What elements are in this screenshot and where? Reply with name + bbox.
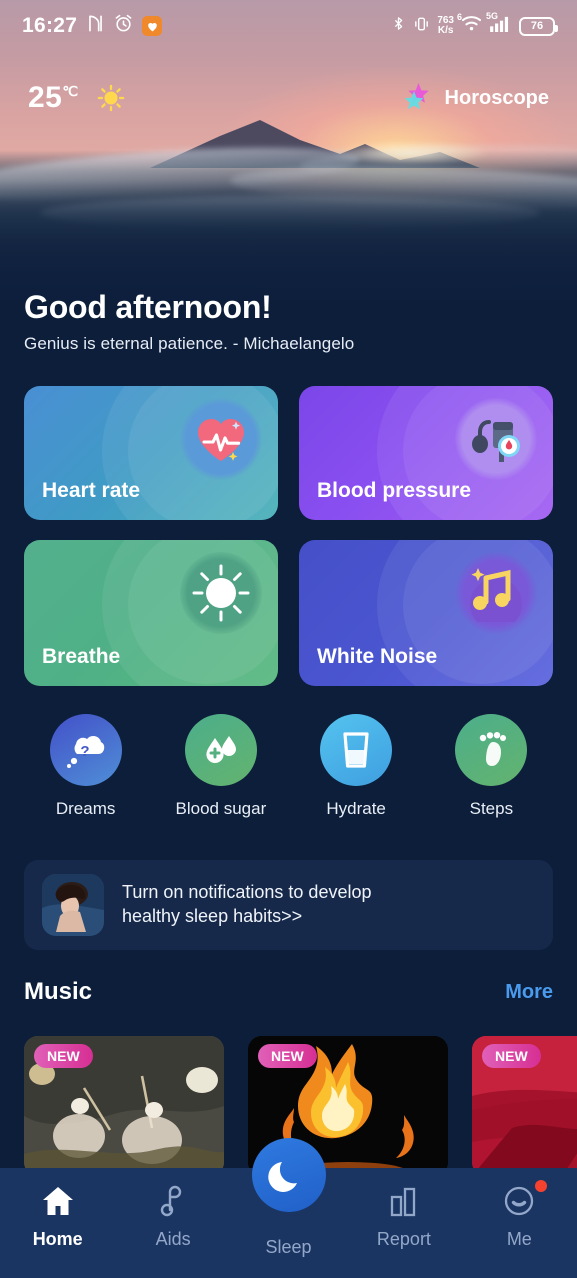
hero-gradient-fade — [0, 180, 577, 300]
status-bar: 16:27 763 K/s 6 5G 76 — [0, 0, 577, 52]
notification-line-2: healthy sleep habits>> — [122, 906, 303, 926]
battery-level: 76 — [530, 20, 544, 32]
quick-action-label: Blood sugar — [175, 799, 267, 818]
notification-line-1: Turn on notifications to develop — [122, 882, 372, 903]
svg-text:?: ? — [80, 743, 89, 760]
feature-card-grid: Heart rate Blood pressure Breathe White … — [24, 386, 553, 686]
nav-label: Sleep — [265, 1237, 312, 1257]
signal-icon: 5G — [486, 11, 512, 37]
music-card[interactable]: NEW — [472, 1036, 577, 1176]
thought-bubble-question-icon: ? — [49, 714, 122, 786]
music-card[interactable]: NEW — [24, 1036, 224, 1176]
weather-row: 25℃ Horoscope — [0, 72, 577, 124]
page-title: Good afternoon! — [24, 289, 272, 325]
moon-icon — [267, 1162, 297, 1192]
temperature-unit: ℃ — [62, 83, 79, 99]
card-heart-rate[interactable]: Heart rate — [24, 386, 278, 520]
wifi-generation: 6 — [457, 12, 463, 22]
notification-banner[interactable]: Turn on notifications to develop healthy… — [24, 860, 553, 950]
mobile-network-label: 5G — [486, 11, 499, 21]
sleep-fab-button[interactable] — [251, 1138, 326, 1212]
music-note-icon — [158, 1182, 188, 1220]
sun-icon — [97, 84, 125, 112]
nav-label: Report — [376, 1229, 431, 1249]
footprint-icon — [455, 714, 528, 786]
breathe-icon — [180, 552, 262, 634]
greeting-quote: Genius is eternal patience. - Michaelang… — [24, 334, 355, 353]
battery-icon: 76 — [519, 16, 558, 36]
bar-chart-icon — [387, 1182, 421, 1220]
music-more-link[interactable]: More — [505, 981, 553, 1004]
quick-actions-row: ? Dreams Blood sugar Hydrate Steps — [0, 714, 577, 819]
nfc-icon — [86, 14, 105, 38]
nav-item-report[interactable]: Report — [346, 1182, 461, 1250]
notification-text: Turn on notifications to develop healthy… — [122, 881, 372, 929]
music-note-icon — [455, 552, 537, 634]
new-badge: NEW — [482, 1044, 541, 1068]
smiley-face-icon — [502, 1182, 536, 1220]
alarm-icon — [114, 14, 133, 38]
nav-item-home[interactable]: Home — [0, 1182, 115, 1250]
home-icon — [40, 1182, 76, 1220]
nav-label: Home — [32, 1229, 83, 1249]
quick-action-label: Dreams — [55, 799, 116, 818]
quick-action-steps[interactable]: Steps — [436, 714, 546, 819]
nav-item-aids[interactable]: Aids — [115, 1182, 230, 1250]
new-badge: NEW — [258, 1044, 317, 1068]
card-white-noise[interactable]: White Noise — [299, 540, 553, 686]
nav-label: Me — [506, 1229, 532, 1249]
wifi-icon: 6 — [457, 12, 482, 37]
health-app-icon — [142, 16, 163, 36]
quick-action-label: Hydrate — [326, 799, 386, 818]
quick-action-blood-sugar[interactable]: Blood sugar — [166, 714, 276, 819]
blood-drop-icon — [184, 714, 257, 786]
horoscope-button[interactable]: Horoscope — [400, 79, 549, 118]
status-bar-right: 763 K/s 6 5G 76 — [391, 11, 558, 38]
card-label: Heart rate — [42, 479, 141, 502]
network-speed: 763 K/s — [437, 16, 454, 36]
new-badge: NEW — [34, 1044, 93, 1068]
card-label: White Noise — [317, 645, 438, 668]
network-speed-unit: K/s — [437, 25, 454, 36]
quick-action-label: Steps — [469, 799, 514, 818]
water-glass-icon — [320, 714, 393, 786]
card-label: Blood pressure — [317, 479, 472, 502]
temperature-display[interactable]: 25℃ — [28, 81, 79, 115]
nav-item-me[interactable]: Me — [462, 1180, 577, 1250]
quick-action-dreams[interactable]: ? Dreams — [31, 714, 141, 819]
greeting-block: Good afternoon! Genius is eternal patien… — [24, 289, 354, 354]
card-blood-pressure[interactable]: Blood pressure — [299, 386, 553, 520]
temperature-value: 25 — [28, 81, 63, 114]
app-screen: 16:27 763 K/s 6 5G 76 25℃ Horoscope Good… — [0, 0, 577, 1278]
quick-action-hydrate[interactable]: Hydrate — [301, 714, 411, 819]
heart-rate-icon — [180, 398, 262, 480]
horoscope-label: Horoscope — [444, 86, 549, 109]
status-badge — [535, 1180, 548, 1192]
bluetooth-icon — [391, 14, 406, 38]
card-breathe[interactable]: Breathe — [24, 540, 278, 686]
sleeping-person-thumbnail — [42, 874, 104, 936]
blood-pressure-icon — [455, 398, 537, 480]
status-bar-left: 16:27 — [22, 14, 163, 38]
card-label: Breathe — [42, 645, 121, 668]
vibrate-icon — [413, 15, 430, 38]
status-time: 16:27 — [22, 14, 78, 37]
nav-label: Aids — [155, 1229, 191, 1249]
music-section-title: Music — [24, 978, 93, 1005]
star-icon — [400, 79, 434, 118]
music-section-header: Music More — [24, 978, 553, 1006]
